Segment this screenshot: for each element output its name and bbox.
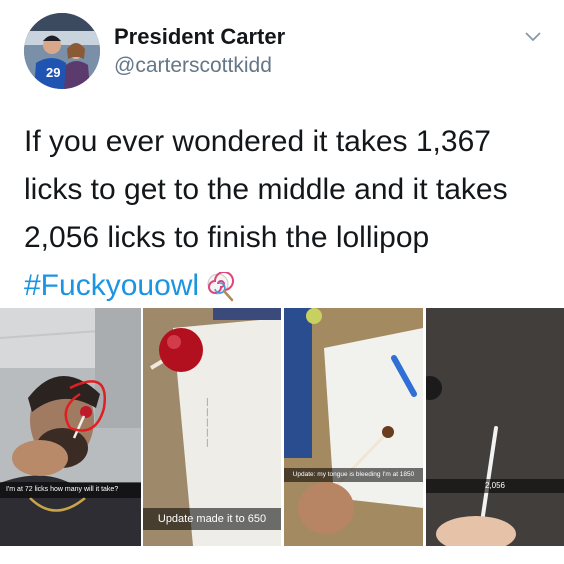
tweet-text-line: licks to get to the middle and it takes: [24, 173, 508, 206]
tweet-header: 29 President Carter @carterscottkidd: [0, 0, 564, 100]
avatar-photo: 29: [24, 13, 100, 89]
user-handle[interactable]: @carterscottkidd: [114, 54, 272, 78]
lollipop-icon: [207, 272, 235, 302]
media-photo-3[interactable]: Update: my tongue is bleeding I'm at 185…: [284, 308, 423, 546]
selfie-photo: [0, 308, 141, 546]
tweet-text-line: If you ever wondered it takes 1,367: [24, 125, 491, 158]
snap-caption: 2,056: [426, 479, 564, 493]
carpet-stick-photo: [426, 308, 564, 546]
chevron-down-icon[interactable]: [524, 30, 542, 44]
snap-caption: Update made it to 650: [143, 508, 281, 530]
media-photo-1[interactable]: I'm at 72 licks how many will it take?: [0, 308, 141, 546]
avatar[interactable]: 29: [24, 13, 100, 89]
lollipop-stick-photo: [284, 308, 423, 546]
tweet-hashtag-line: #Fuckyouowl: [24, 262, 544, 310]
media-photo-2[interactable]: — — — — — Update made it to 650: [143, 308, 281, 546]
tweet-text: If you ever wondered it takes 1,367 lick…: [24, 118, 544, 310]
hashtag-link[interactable]: #Fuckyouowl: [24, 269, 199, 302]
media-grid: I'm at 72 licks how many will it take? —…: [0, 308, 564, 546]
display-name[interactable]: President Carter: [114, 24, 285, 50]
avatar-jersey-number: 29: [46, 65, 60, 80]
svg-text:— — — — —: — — — — —: [203, 398, 212, 447]
tweet-text-line: 2,056 licks to finish the lollipop: [24, 221, 430, 254]
media-photo-4[interactable]: 2,056: [426, 308, 564, 546]
snap-caption: Update: my tongue is bleeding I'm at 185…: [284, 468, 423, 482]
snap-caption: I'm at 72 licks how many will it take?: [0, 482, 141, 498]
